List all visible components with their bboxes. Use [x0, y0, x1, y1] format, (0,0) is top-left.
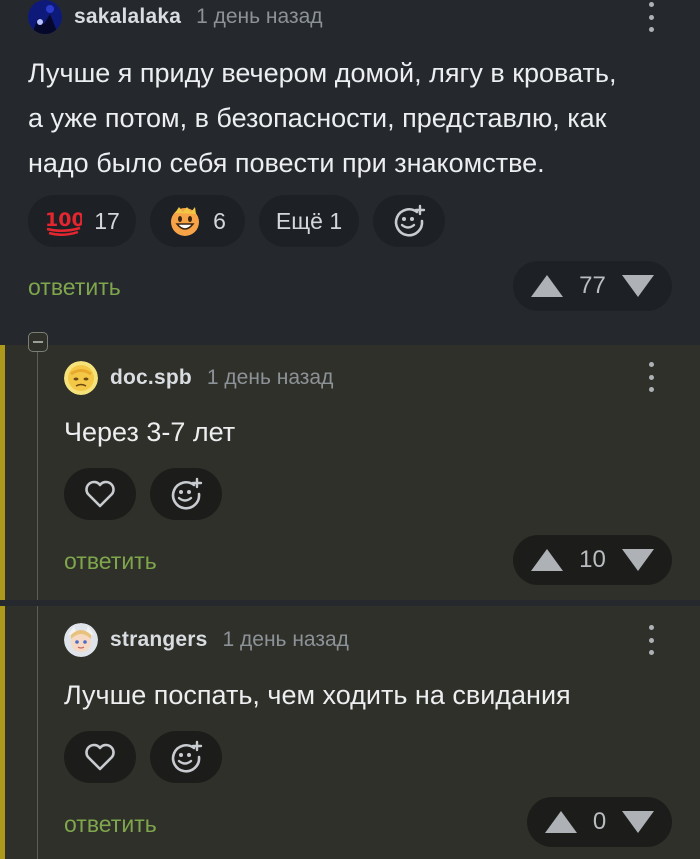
- grinning-face-icon: [171, 207, 200, 236]
- rating-control: 77: [513, 261, 672, 311]
- reaction-count: 17: [94, 207, 120, 234]
- downvote-icon[interactable]: [622, 549, 654, 571]
- add-reaction-button[interactable]: [373, 195, 445, 247]
- timestamp: 1 день назад: [196, 5, 323, 28]
- upvote-icon[interactable]: [531, 275, 563, 297]
- rating-value: 77: [579, 272, 606, 299]
- collapse-thread-icon[interactable]: [28, 332, 48, 352]
- comment-text: Лучше я приду вечером домой, лягу в кров…: [28, 51, 616, 186]
- username[interactable]: sakalalaka: [74, 5, 181, 29]
- rating-value: 0: [592, 808, 607, 835]
- like-button[interactable]: [64, 468, 136, 520]
- avatar[interactable]: [64, 623, 98, 657]
- comment: doc.spb 1 день назад Через 3-7 лет ответ…: [0, 345, 700, 600]
- rating-value: 10: [579, 546, 606, 573]
- rating-control: 10: [513, 535, 672, 585]
- thread-accent-bar: [0, 345, 5, 600]
- thread-line: [37, 345, 38, 600]
- reaction-chip[interactable]: 6: [150, 195, 245, 247]
- more-options-icon[interactable]: [646, 2, 656, 32]
- rating-control: 0: [527, 797, 672, 847]
- reactions-bar: [64, 468, 222, 520]
- reply-link[interactable]: ответить: [64, 811, 157, 838]
- more-reactions-button[interactable]: Ещё 1: [259, 195, 359, 247]
- username[interactable]: doc.spb: [110, 366, 192, 390]
- reply-link[interactable]: ответить: [28, 274, 121, 301]
- comment-text: Лучше поспать, чем ходить на свидания: [64, 680, 571, 710]
- add-reaction-icon: [171, 477, 203, 510]
- comment: sakalalaka 1 день назад Лучше я приду ве…: [0, 0, 700, 345]
- add-reaction-icon: [171, 740, 203, 773]
- comment-text-line: надо было себя повести при знакомстве.: [28, 148, 545, 178]
- reaction-chip[interactable]: 100 17: [28, 195, 136, 247]
- timestamp: 1 день назад: [222, 628, 349, 651]
- thread-line: [37, 606, 38, 859]
- comment-header: strangers 1 день назад: [64, 623, 349, 657]
- reply-link[interactable]: ответить: [64, 548, 157, 575]
- reactions-bar: [64, 731, 222, 783]
- thread-accent-bar: [0, 606, 5, 859]
- comment-text-line: Лучше я приду вечером домой, лягу в кров…: [28, 58, 617, 88]
- hundred-points-icon: 100: [45, 209, 82, 236]
- comment-text-line: а уже потом, в безопасности, представлю,…: [28, 103, 607, 133]
- upvote-icon[interactable]: [545, 811, 577, 833]
- downvote-icon[interactable]: [622, 275, 654, 297]
- reactions-bar: 100 17 6 Ещё 1: [28, 195, 445, 247]
- avatar[interactable]: [64, 361, 98, 395]
- comment-header: sakalalaka 1 день назад: [28, 0, 323, 34]
- comment-text: Через 3-7 лет: [64, 417, 236, 447]
- avatar[interactable]: [28, 0, 62, 34]
- username[interactable]: strangers: [110, 628, 208, 652]
- comment: strangers 1 день назад Лучше поспать, че…: [0, 606, 700, 859]
- timestamp: 1 день назад: [206, 366, 334, 389]
- add-reaction-button[interactable]: [150, 468, 222, 520]
- like-button[interactable]: [64, 731, 136, 783]
- heart-icon: [85, 743, 115, 771]
- more-options-icon[interactable]: [646, 625, 656, 655]
- downvote-icon[interactable]: [622, 811, 654, 833]
- comment-header: doc.spb 1 день назад: [64, 361, 333, 395]
- add-reaction-button[interactable]: [150, 731, 222, 783]
- reaction-count: 6: [213, 207, 226, 234]
- add-reaction-icon: [394, 204, 426, 237]
- upvote-icon[interactable]: [531, 549, 563, 571]
- more-options-icon[interactable]: [646, 362, 656, 392]
- heart-icon: [85, 480, 115, 508]
